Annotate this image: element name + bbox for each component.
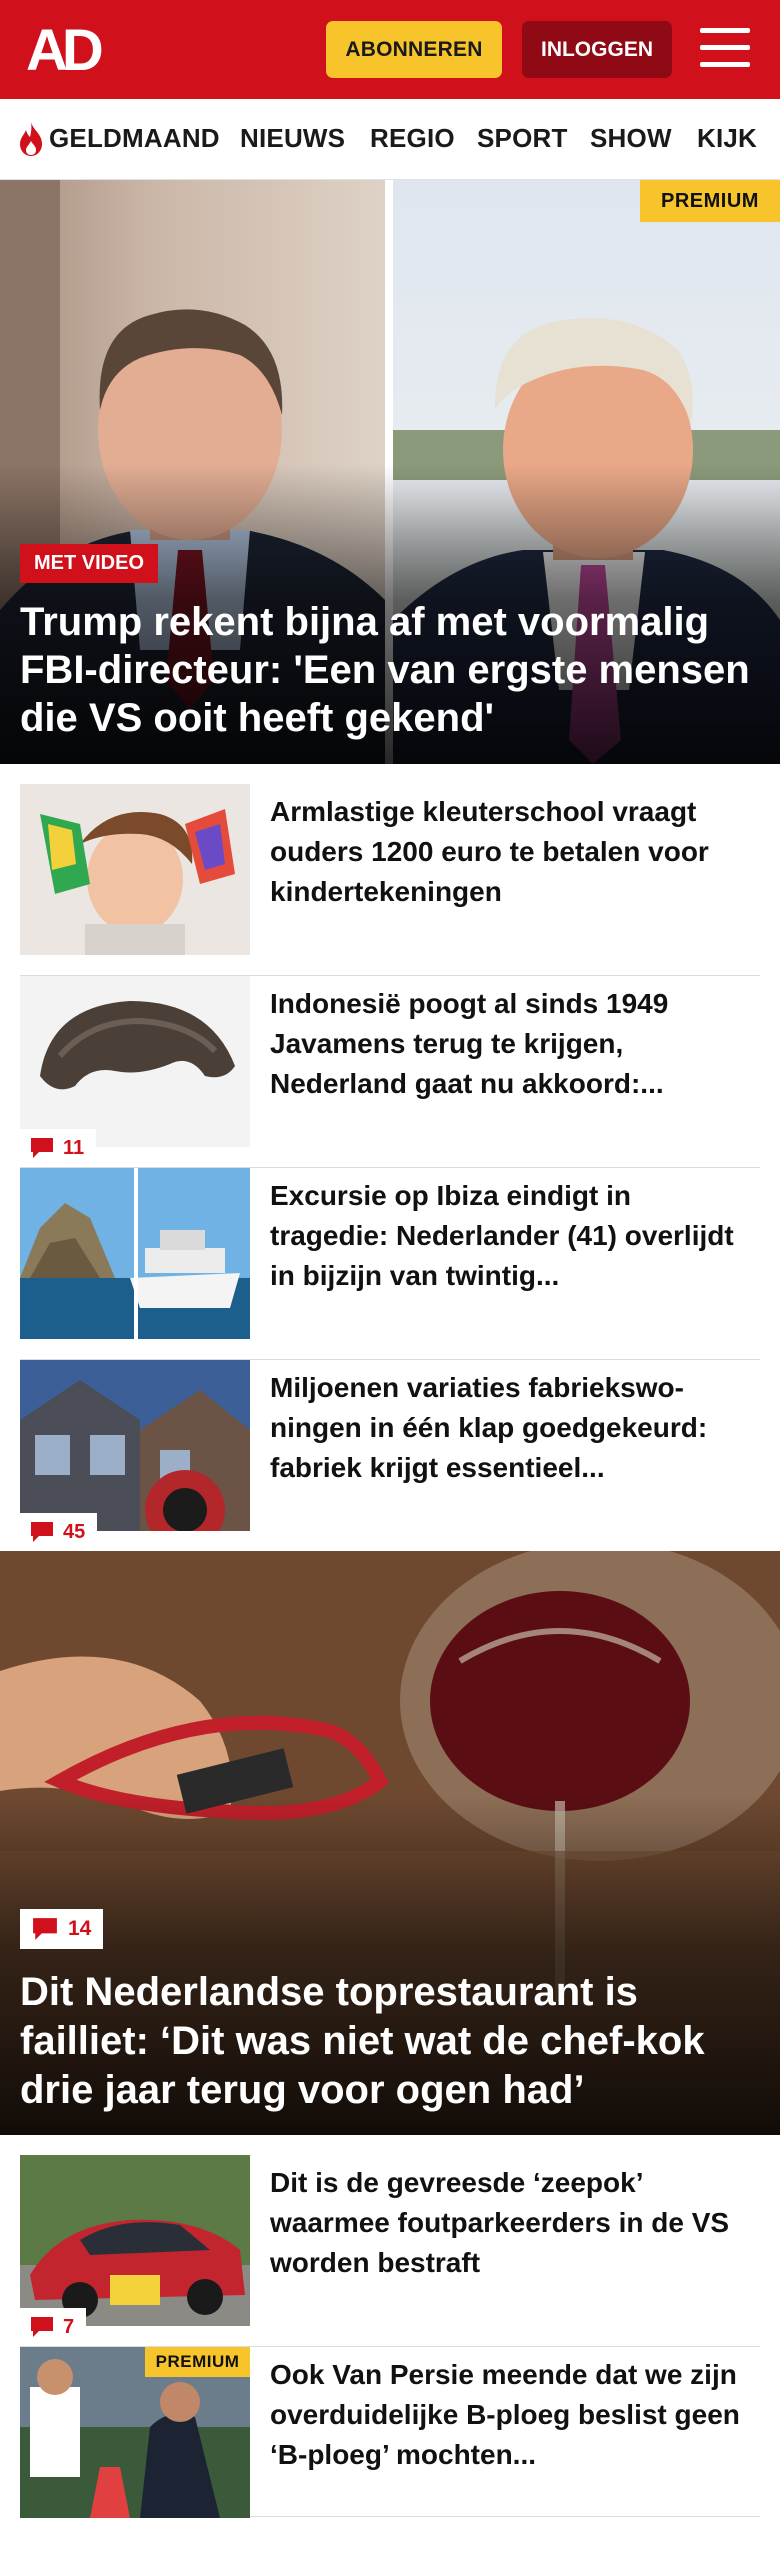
hero-article[interactable]: PREMIUM MET VIDEO Trump rekent bijna af … bbox=[0, 180, 780, 764]
comment-icon bbox=[31, 1522, 53, 1542]
hero-headline[interactable]: Trump rekent bijna af met voormalig FBI-… bbox=[20, 598, 765, 742]
article-thumbnail bbox=[20, 2155, 250, 2326]
video-tag: MET VIDEO bbox=[20, 544, 159, 583]
featured-headline[interactable]: Dit Nederlandse toprestaurant is faillie… bbox=[20, 1968, 765, 2115]
comment-count-badge[interactable]: 7 bbox=[20, 2308, 87, 2346]
nav-item-kijk[interactable]: KIJK bbox=[697, 123, 757, 154]
comment-icon bbox=[33, 1918, 57, 1940]
featured-article[interactable]: 14 Dit Nederlandse toprestaurant is fail… bbox=[0, 1551, 780, 2135]
comment-count: 14 bbox=[68, 1917, 92, 1940]
svg-text:AD: AD bbox=[26, 22, 102, 76]
nav-item-geldmaand[interactable]: GELDMAAND bbox=[49, 123, 220, 154]
premium-badge: PREMIUM bbox=[145, 2347, 250, 2377]
article-headline[interactable]: Excursie op Ibiza eindigt in tragedie: N… bbox=[270, 1176, 745, 1296]
article-headline[interactable]: Armlastige kleuterschool vraagt ouders 1… bbox=[270, 792, 745, 912]
list-item[interactable]: Armlastige kleuterschool vraagt ouders 1… bbox=[20, 784, 760, 976]
nav-item-regio[interactable]: REGIO bbox=[370, 123, 455, 154]
article-headline[interactable]: Ook Van Persie meende dat we zijn overdu… bbox=[270, 2355, 745, 2475]
nav-item-show[interactable]: SHOW bbox=[590, 123, 672, 154]
list-item[interactable]: 45 Miljoenen variaties fabriekswo­ningen… bbox=[20, 1360, 760, 1552]
comment-count-badge[interactable]: 11 bbox=[20, 1129, 97, 1167]
comment-icon bbox=[31, 1138, 53, 1158]
comment-count-badge[interactable]: 14 bbox=[20, 1909, 104, 1949]
comment-count: 11 bbox=[63, 1136, 85, 1159]
article-headline[interactable]: Indonesië poogt al sinds 1949 Javamens t… bbox=[270, 984, 745, 1104]
subscribe-button[interactable]: ABONNEREN bbox=[326, 21, 502, 78]
list-item[interactable]: Excursie op Ibiza eindigt in tragedie: N… bbox=[20, 1168, 760, 1360]
premium-badge: PREMIUM bbox=[640, 180, 780, 222]
article-headline[interactable]: Miljoenen variaties fabriekswo­ningen in… bbox=[270, 1368, 745, 1488]
list-item[interactable]: 7 Dit is de gevreesde ‘zeepok’ waarmee f… bbox=[20, 2155, 760, 2347]
article-headline[interactable]: Dit is de gevreesde ‘zeepok’ waarmee fou… bbox=[270, 2163, 745, 2283]
menu-icon[interactable] bbox=[700, 28, 750, 70]
article-thumbnail bbox=[20, 784, 250, 955]
ad-logo[interactable]: AD bbox=[26, 22, 118, 76]
list-item[interactable]: 11 Indonesië poogt al sinds 1949 Javamen… bbox=[20, 976, 760, 1168]
comment-count: 45 bbox=[63, 1520, 86, 1543]
comment-icon bbox=[31, 2317, 53, 2337]
article-thumbnail bbox=[20, 976, 250, 1147]
flame-icon bbox=[20, 122, 42, 156]
top-bar: AD ABONNEREN INLOGGEN bbox=[0, 0, 780, 99]
nav-item-nieuws[interactable]: NIEUWS bbox=[240, 123, 345, 154]
section-nav: GELDMAAND NIEUWS REGIO SPORT SHOW KIJK bbox=[0, 99, 780, 180]
article-thumbnail bbox=[20, 1168, 250, 1339]
login-button[interactable]: INLOGGEN bbox=[522, 21, 672, 78]
list-item[interactable]: PREMIUM Ook Van Persie meende dat we zij… bbox=[20, 2347, 760, 2518]
nav-item-sport[interactable]: SPORT bbox=[477, 123, 568, 154]
comment-count-badge[interactable]: 45 bbox=[20, 1513, 98, 1551]
article-thumbnail bbox=[20, 1360, 250, 1531]
comment-count: 7 bbox=[63, 2315, 75, 2338]
